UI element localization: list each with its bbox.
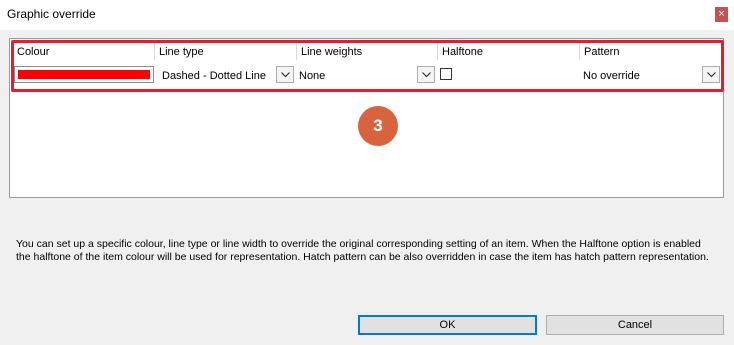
- ok-button[interactable]: OK: [358, 315, 537, 335]
- cancel-button[interactable]: Cancel: [546, 315, 724, 335]
- help-description: You can set up a specific colour, line t…: [16, 238, 709, 263]
- step-number-badge: 3: [358, 106, 398, 146]
- close-icon: ×: [718, 8, 725, 20]
- title-bar: Graphic override ×: [0, 0, 734, 30]
- window-title: Graphic override: [7, 7, 96, 21]
- annotation-highlight-box: [11, 40, 724, 92]
- close-button[interactable]: ×: [715, 7, 728, 22]
